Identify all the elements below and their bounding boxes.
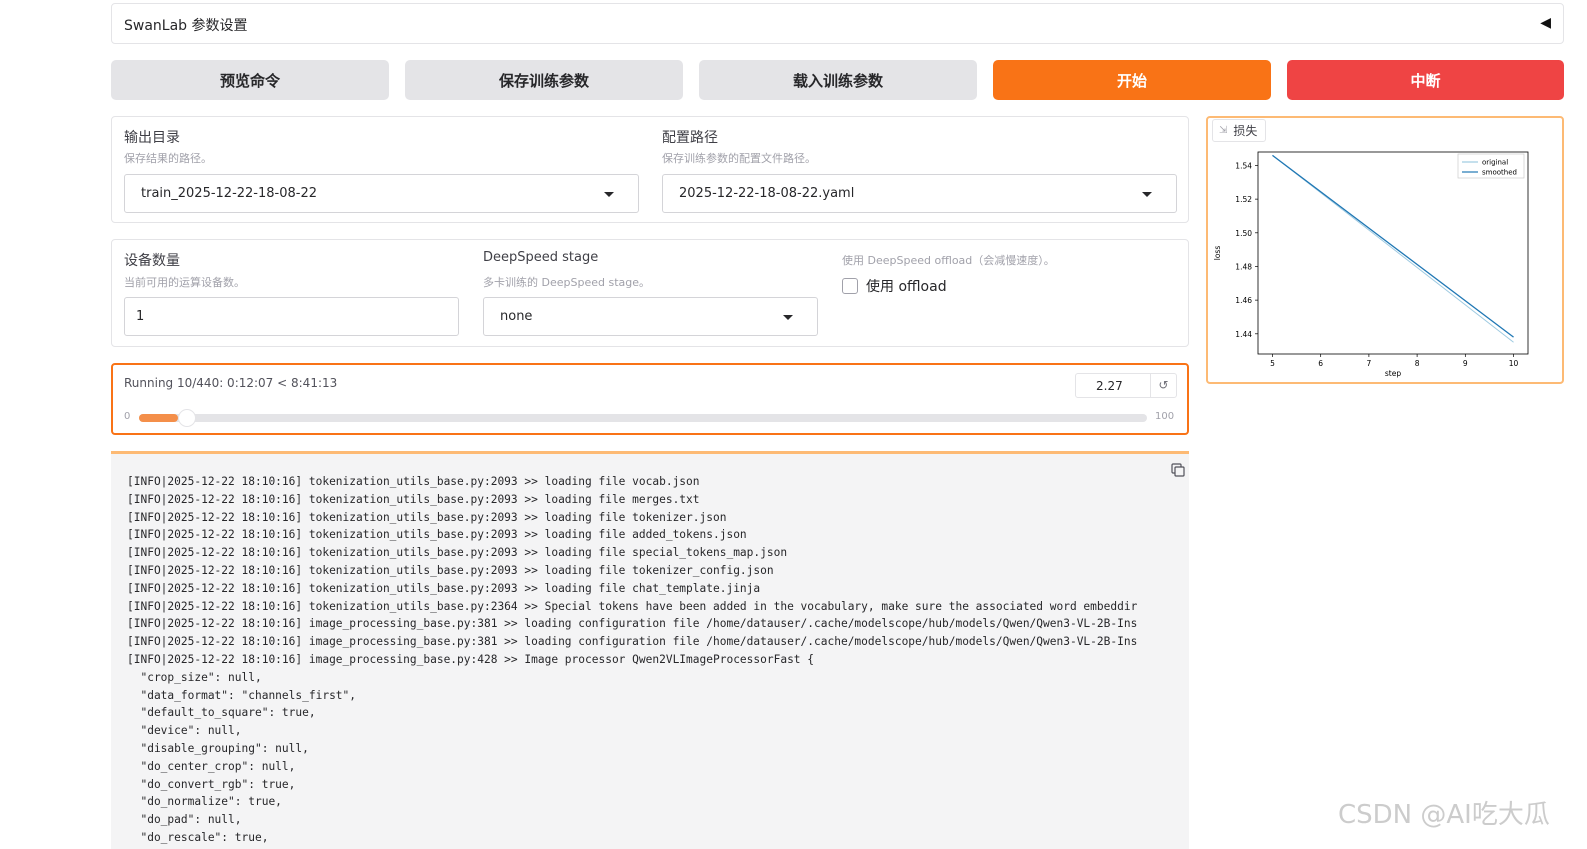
- x-tick-label: 9: [1463, 359, 1468, 368]
- log-line: [INFO|2025-12-22 18:10:16] tokenization_…: [127, 563, 774, 577]
- dropdown-arrow-icon: [604, 192, 614, 197]
- device-count-label: 设备数量: [124, 253, 180, 269]
- log-line: "device": null,: [127, 724, 242, 738]
- watermark: CSDN @AI吃大瓜: [1338, 800, 1550, 830]
- slider-max-label: 100: [1155, 411, 1175, 422]
- start-button[interactable]: 开始: [993, 60, 1271, 100]
- log-line: [INFO|2025-12-22 18:10:16] tokenization_…: [127, 475, 700, 488]
- dropdown-arrow-icon: [1142, 192, 1152, 197]
- collapse-caret-icon[interactable]: ◀: [1540, 15, 1551, 31]
- load-args-button[interactable]: 载入训练参数: [699, 60, 977, 100]
- y-tick-label: 1.50: [1235, 229, 1252, 238]
- slider-min-label: 0: [124, 411, 131, 422]
- output-dir-label: 输出目录: [124, 130, 180, 146]
- log-line: "do_normalize": true,: [127, 795, 282, 809]
- log-line: "do_center_crop": null,: [127, 759, 296, 773]
- progress-slider-thumb[interactable]: [177, 409, 196, 427]
- device-count-input[interactable]: 1: [124, 297, 459, 336]
- output-dir-dropdown[interactable]: train_2025-12-22-18-08-22: [124, 174, 639, 213]
- y-tick-label: 1.54: [1235, 161, 1252, 170]
- progress-number-input[interactable]: 2.27 ↺: [1075, 373, 1177, 398]
- progress-number-value: 2.27: [1096, 379, 1123, 393]
- log-line: "default_to_square": true,: [127, 706, 316, 720]
- loss-plot-panel: ⇲ 损失 5 6 7 8 9 10 1.44 1.46 1.48 1.50 1.52 1.54 step…: [1206, 116, 1564, 384]
- y-tick-label: 1.46: [1235, 296, 1252, 305]
- log-line: [INFO|2025-12-22 18:10:16] image_process…: [127, 652, 815, 666]
- log-line: [INFO|2025-12-22 18:10:16] tokenization_…: [127, 510, 727, 524]
- log-line: [INFO|2025-12-22 18:10:16] tokenization_…: [127, 546, 788, 560]
- dropdown-arrow-icon: [783, 315, 793, 320]
- series-line-smoothed: [1272, 154, 1514, 338]
- ds-stage-dropdown[interactable]: none: [483, 297, 818, 336]
- ds-offload-checkbox-label[interactable]: 使用 offload: [866, 276, 947, 296]
- y-axis-label: loss: [1213, 246, 1222, 261]
- x-tick-label: 10: [1509, 359, 1519, 368]
- abort-button[interactable]: 中断: [1287, 60, 1564, 100]
- swanlab-settings-accordion[interactable]: SwanLab 参数设置 ◀: [111, 3, 1564, 44]
- log-line: "do_rescale": true,: [127, 830, 269, 844]
- y-tick-label: 1.48: [1235, 262, 1252, 271]
- log-text: [INFO|2025-12-22 18:10:16] tokenization_…: [127, 473, 1137, 847]
- copy-icon[interactable]: [1171, 463, 1185, 477]
- x-tick-label: 5: [1270, 359, 1275, 368]
- log-line: [INFO|2025-12-22 18:10:16] tokenization_…: [127, 492, 700, 506]
- progress-panel: Running 10/440: 0:12:07 < 8:41:13 2.27 ↺…: [111, 363, 1189, 435]
- progress-status: Running 10/440: 0:12:07 < 8:41:13: [124, 376, 338, 390]
- log-line: [INFO|2025-12-22 18:10:16] tokenization_…: [127, 581, 761, 595]
- y-tick-label: 1.52: [1235, 195, 1252, 204]
- reset-icon[interactable]: ↺: [1150, 374, 1176, 397]
- legend-label: smoothed: [1482, 169, 1517, 177]
- log-line: "crop_size": null,: [127, 670, 262, 684]
- output-dir-info: 保存结果的路径。: [124, 152, 212, 165]
- y-tick-label: 1.44: [1235, 330, 1252, 339]
- progress-slider-fill: [139, 414, 178, 422]
- progress-slider[interactable]: [139, 409, 1147, 427]
- config-path-info: 保存训练参数的配置文件路径。: [662, 152, 816, 165]
- log-line: [INFO|2025-12-22 18:10:16] image_process…: [127, 617, 1138, 631]
- config-path-label: 配置路径: [662, 130, 718, 146]
- x-axis-label: step: [1385, 369, 1401, 378]
- ds-stage-info: 多卡训练的 DeepSpeed stage。: [483, 276, 650, 289]
- config-path-value: 2025-12-22-18-08-22.yaml: [679, 186, 855, 201]
- log-line: [INFO|2025-12-22 18:10:16] tokenization_…: [127, 528, 747, 542]
- log-output-panel: [INFO|2025-12-22 18:10:16] tokenization_…: [111, 451, 1189, 849]
- accordion-title: SwanLab 参数设置: [124, 18, 248, 34]
- log-line: [INFO|2025-12-22 18:10:16] tokenization_…: [127, 599, 1138, 613]
- device-count-info: 当前可用的运算设备数。: [124, 276, 245, 289]
- x-tick-label: 8: [1415, 359, 1420, 368]
- paths-panel: 输出目录 保存结果的路径。 train_2025-12-22-18-08-22 …: [111, 116, 1189, 223]
- loss-chart: 5 6 7 8 9 10 1.44 1.46 1.48 1.50 1.52 1.54 step loss o…: [1213, 151, 1529, 378]
- save-args-button[interactable]: 保存训练参数: [405, 60, 683, 100]
- log-line: "do_pad": null,: [127, 813, 242, 827]
- plot-frame: [1257, 151, 1529, 355]
- log-line: "disable_grouping": null,: [127, 741, 309, 755]
- log-line: [INFO|2025-12-22 18:10:16] image_process…: [127, 635, 1138, 649]
- output-dir-value: train_2025-12-22-18-08-22: [141, 186, 318, 201]
- config-path-dropdown[interactable]: 2025-12-22-18-08-22.yaml: [662, 174, 1177, 213]
- x-tick-label: 6: [1318, 359, 1323, 368]
- ds-offload-info: 使用 DeepSpeed offload（会减慢速度）。: [842, 254, 1055, 267]
- legend-label: original: [1482, 159, 1508, 167]
- preview-command-button[interactable]: 预览命令: [111, 60, 389, 100]
- ds-stage-label: DeepSpeed stage: [483, 250, 599, 265]
- x-tick-label: 7: [1367, 359, 1372, 368]
- ds-offload-checkbox[interactable]: [842, 278, 858, 294]
- ds-stage-value: none: [500, 309, 533, 324]
- log-line: "data_format": "channels_first",: [127, 688, 357, 702]
- log-line: "do_convert_rgb": true,: [127, 777, 296, 791]
- device-panel: 设备数量 当前可用的运算设备数。 1 DeepSpeed stage 多卡训练的…: [111, 239, 1189, 347]
- device-count-value: 1: [136, 309, 145, 324]
